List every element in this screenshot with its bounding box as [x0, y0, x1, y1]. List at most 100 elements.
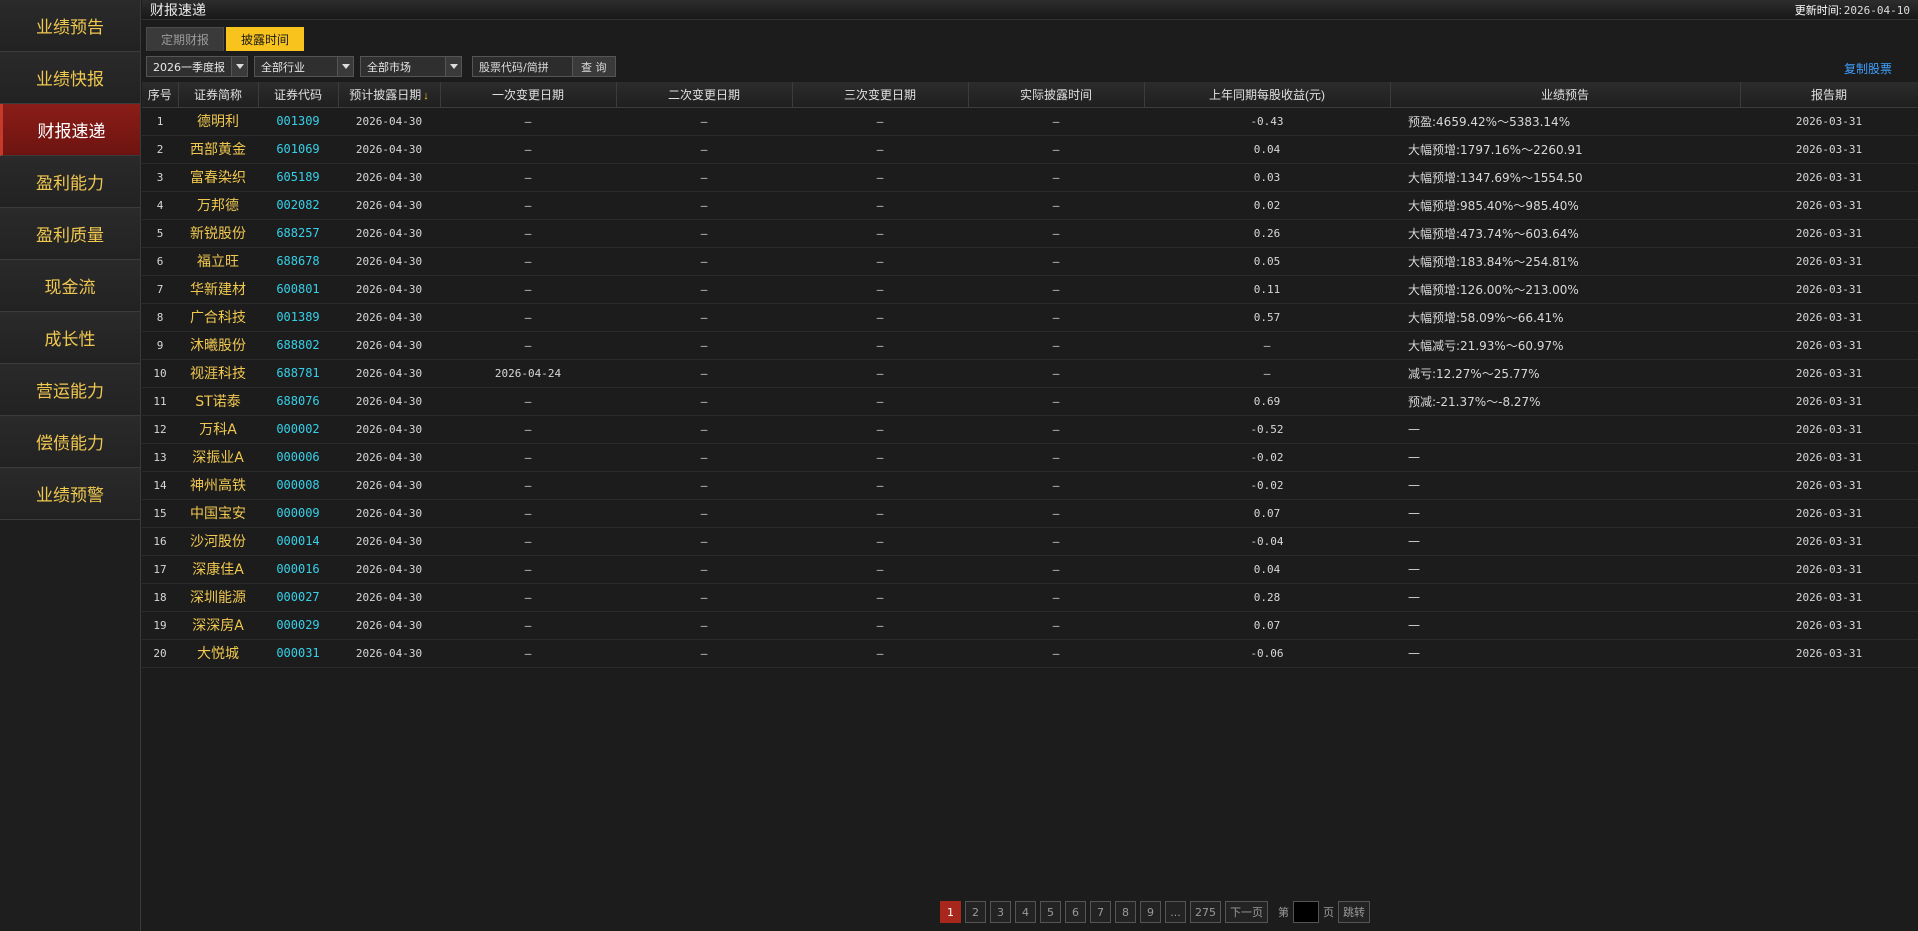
stock-name[interactable]: 大悦城 — [178, 639, 258, 668]
stock-code[interactable]: 000008 — [258, 471, 338, 500]
stock-code[interactable]: 688781 — [258, 359, 338, 388]
stock-code[interactable]: 001309 — [258, 107, 338, 136]
stock-name[interactable]: 福立旺 — [178, 247, 258, 276]
column-header[interactable]: 业绩预告 — [1390, 82, 1741, 108]
stock-name[interactable]: 深康佳A — [178, 555, 258, 584]
page-button[interactable]: ... — [1165, 901, 1186, 923]
column-header[interactable]: 证券代码 — [258, 82, 339, 108]
market-select[interactable]: 全部市场 — [360, 56, 462, 77]
stock-code[interactable]: 000016 — [258, 555, 338, 584]
stock-name[interactable]: 万科A — [178, 415, 258, 444]
sidebar-item[interactable]: 业绩预警 — [0, 468, 140, 520]
stock-code[interactable]: 688076 — [258, 387, 338, 416]
sidebar-item[interactable]: 业绩快报 — [0, 52, 140, 104]
period-select[interactable]: 2026一季度报 — [146, 56, 248, 77]
stock-code[interactable]: 688802 — [258, 331, 338, 360]
stock-code[interactable]: 001389 — [258, 303, 338, 332]
stock-code[interactable]: 000002 — [258, 415, 338, 444]
sidebar-item[interactable]: 偿债能力 — [0, 416, 140, 468]
table-row[interactable]: 3 富春染织 605189 2026-04-30— — — —0.03 大幅预增:1347.6… — [142, 163, 1918, 192]
stock-name[interactable]: 广合科技 — [178, 303, 258, 332]
table-row[interactable]: 12 万科A 000002 2026-04-30— — — — -0.52—2026-03-3… — [142, 415, 1918, 444]
sidebar-item[interactable]: 盈利质量 — [0, 208, 140, 260]
stock-name[interactable]: 深深房A — [178, 611, 258, 640]
stock-code[interactable]: 688257 — [258, 219, 338, 248]
sidebar-item[interactable]: 成长性 — [0, 312, 140, 364]
stock-code[interactable]: 000009 — [258, 499, 338, 528]
next-page-button[interactable]: 下一页 — [1225, 901, 1268, 923]
stock-name[interactable]: 德明利 — [178, 107, 258, 136]
sidebar-item[interactable]: 盈利能力 — [0, 156, 140, 208]
stock-code[interactable]: 000006 — [258, 443, 338, 472]
column-header[interactable]: 一次变更日期 — [440, 82, 617, 108]
industry-select[interactable]: 全部行业 — [254, 56, 354, 77]
table-row[interactable]: 8 广合科技 001389 2026-04-30— — — —0.57 大幅预增:58.09%… — [142, 303, 1918, 332]
stock-name[interactable]: 新锐股份 — [178, 219, 258, 248]
column-header[interactable]: 三次变更日期 — [792, 82, 969, 108]
column-header[interactable]: 二次变更日期 — [616, 82, 793, 108]
sidebar-item[interactable]: 业绩预告 — [0, 0, 140, 52]
table-row[interactable]: 14 神州高铁 000008 2026-04-30— — — — -0.02—2026-03-… — [142, 471, 1918, 500]
stock-code[interactable]: 000029 — [258, 611, 338, 640]
page-button[interactable]: 5 — [1040, 901, 1061, 923]
page-button[interactable]: 7 — [1090, 901, 1111, 923]
stock-code[interactable]: 000027 — [258, 583, 338, 612]
sidebar-item[interactable]: 营运能力 — [0, 364, 140, 416]
stock-name[interactable]: 富春染织 — [178, 163, 258, 192]
page-button[interactable]: 9 — [1140, 901, 1161, 923]
column-header[interactable]: 报告期 — [1740, 82, 1918, 108]
table-row[interactable]: 15 中国宝安 000009 2026-04-30— — — —0.07—2026-03-3… — [142, 499, 1918, 528]
goto-page-input[interactable] — [1293, 901, 1319, 923]
table-row[interactable]: 11 ST诺泰 688076 2026-04-30— — — —0.69 预减:-21.37%… — [142, 387, 1918, 416]
stock-name[interactable]: 深圳能源 — [178, 583, 258, 612]
table-row[interactable]: 7 华新建材 600801 2026-04-30— — — —0.11 大幅预增:126.00… — [142, 275, 1918, 304]
stock-code[interactable]: 601069 — [258, 135, 338, 164]
page-button[interactable]: 6 — [1065, 901, 1086, 923]
table-row[interactable]: 10 视涯科技 688781 2026-04-30 2026-04-24— — — — 减亏:1… — [142, 359, 1918, 388]
stock-name[interactable]: 沙河股份 — [178, 527, 258, 556]
stock-name[interactable]: ST诺泰 — [178, 387, 258, 416]
goto-button[interactable]: 跳转 — [1338, 901, 1370, 923]
page-button[interactable]: 8 — [1115, 901, 1136, 923]
stock-code[interactable]: 002082 — [258, 191, 338, 220]
table-row[interactable]: 2 西部黄金 601069 2026-04-30— — — —0.04 大幅预增:1797.1… — [142, 135, 1918, 164]
page-button[interactable]: 1 — [940, 901, 961, 923]
page-button[interactable]: 3 — [990, 901, 1011, 923]
stock-name[interactable]: 华新建材 — [178, 275, 258, 304]
column-header[interactable]: 证券简称 — [178, 82, 259, 108]
search-button[interactable]: 查 询 — [573, 57, 615, 76]
stock-name[interactable]: 西部黄金 — [178, 135, 258, 164]
stock-code[interactable]: 605189 — [258, 163, 338, 192]
sidebar-item[interactable]: 现金流 — [0, 260, 140, 312]
column-header[interactable]: 序号 — [142, 82, 179, 108]
search-input[interactable]: 股票代码/简拼 — [473, 57, 573, 76]
page-button[interactable]: 275 — [1190, 901, 1221, 923]
stock-name[interactable]: 沐曦股份 — [178, 331, 258, 360]
tab-disclosure-time[interactable]: 披露时间 — [226, 27, 305, 51]
table-row[interactable]: 5 新锐股份 688257 2026-04-30— — — —0.26 大幅预增:473.74… — [142, 219, 1918, 248]
stock-code[interactable]: 000014 — [258, 527, 338, 556]
table-row[interactable]: 4 万邦德 002082 2026-04-30— — — —0.02 大幅预增:985.40%… — [142, 191, 1918, 220]
stock-name[interactable]: 深振业A — [178, 443, 258, 472]
column-header[interactable]: 上年同期每股收益(元) — [1144, 82, 1391, 108]
column-header[interactable]: 实际披露时间 — [968, 82, 1145, 108]
stock-name[interactable]: 神州高铁 — [178, 471, 258, 500]
tab-periodic-report[interactable]: 定期财报 — [146, 27, 225, 51]
table-row[interactable]: 20 大悦城 000031 2026-04-30— — — — -0.06—2026-03-3… — [142, 639, 1918, 668]
sidebar-item[interactable]: 财报速递 — [0, 104, 140, 156]
table-row[interactable]: 6 福立旺 688678 2026-04-30— — — —0.05 大幅预增:183.84%… — [142, 247, 1918, 276]
stock-name[interactable]: 中国宝安 — [178, 499, 258, 528]
stock-code[interactable]: 688678 — [258, 247, 338, 276]
copy-stock-link[interactable]: 复制股票 — [1844, 60, 1892, 77]
stock-name[interactable]: 视涯科技 — [178, 359, 258, 388]
table-row[interactable]: 19 深深房A 000029 2026-04-30— — — —0.07—2026-03-3… — [142, 611, 1918, 640]
page-button[interactable]: 4 — [1015, 901, 1036, 923]
stock-code[interactable]: 000031 — [258, 639, 338, 668]
table-row[interactable]: 16 沙河股份 000014 2026-04-30— — — — -0.04—2026-03-… — [142, 527, 1918, 556]
table-row[interactable]: 1 德明利 001309 2026-04-30— — — — -0.43 预盈:4659.42%… — [142, 107, 1918, 136]
page-button[interactable]: 2 — [965, 901, 986, 923]
stock-code[interactable]: 600801 — [258, 275, 338, 304]
table-row[interactable]: 18 深圳能源 000027 2026-04-30— — — —0.28—2026-03-3… — [142, 583, 1918, 612]
table-row[interactable]: 17 深康佳A 000016 2026-04-30— — — —0.04—2026-03-3… — [142, 555, 1918, 584]
table-row[interactable]: 9 沐曦股份 688802 2026-04-30— — — — — 大幅减亏:21.93%～60… — [142, 331, 1918, 360]
